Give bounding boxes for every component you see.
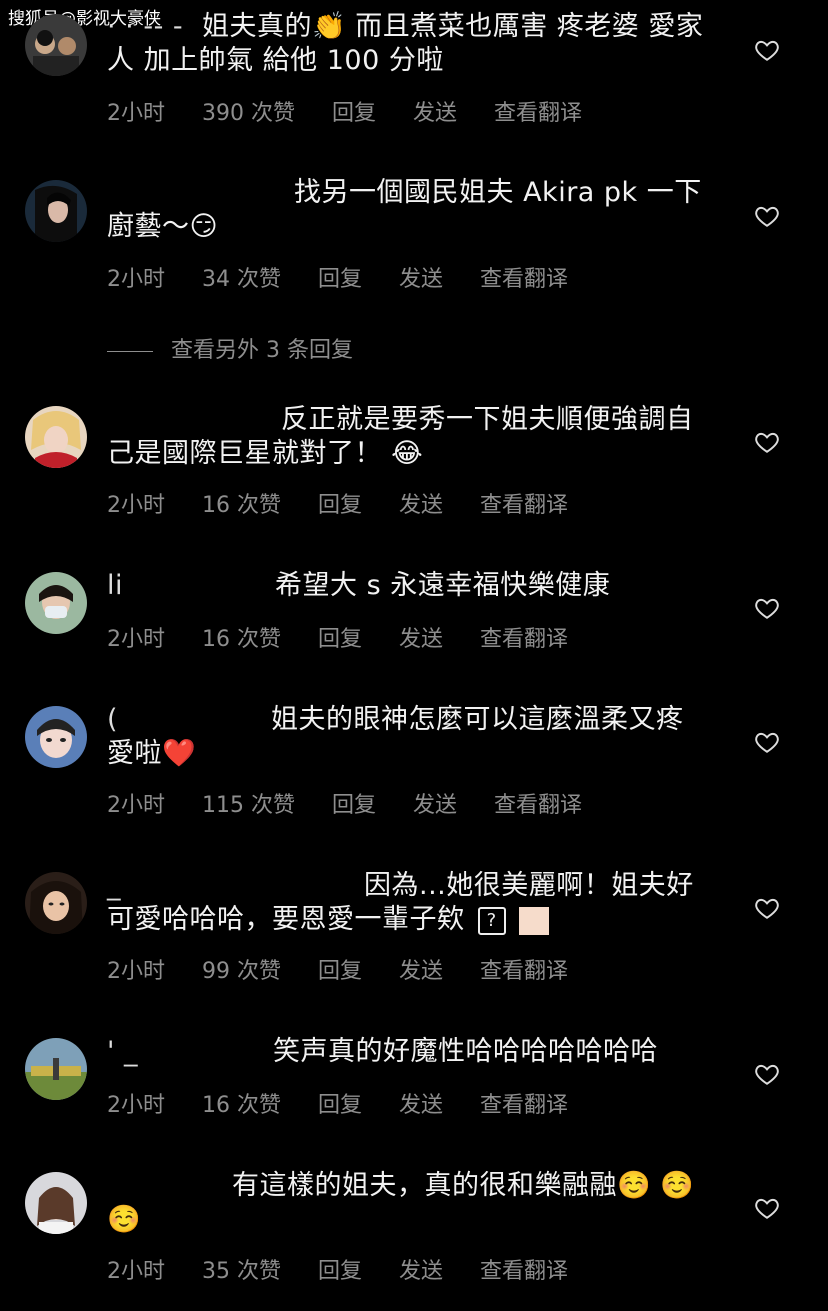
translate-button[interactable]: 查看翻译 — [480, 1259, 568, 1284]
send-button[interactable]: 发送 — [413, 793, 457, 818]
username[interactable]: ( — [107, 703, 271, 737]
like-count[interactable]: 115 次赞 — [202, 793, 295, 818]
translate-button[interactable]: 查看翻译 — [480, 267, 568, 292]
reply-button[interactable]: 回复 — [318, 1259, 362, 1284]
avatar[interactable] — [25, 1172, 87, 1234]
send-button[interactable]: 发送 — [399, 1259, 443, 1284]
comment-text: 反正就是要秀一下姐夫順便強調自己是國際巨星就對了！ 😂 — [107, 404, 694, 469]
translate-button[interactable]: 查看翻译 — [494, 793, 582, 818]
like-count[interactable]: 35 次赞 — [202, 1259, 281, 1284]
send-button[interactable]: 发送 — [399, 959, 443, 984]
comment-text: ' _ 笑声真的好魔性哈哈哈哈哈哈哈 — [107, 1035, 658, 1069]
comment-meta: 2小时 99 次赞 回复 发送 查看翻译 — [107, 953, 598, 985]
translate-button[interactable]: 查看翻译 — [480, 627, 568, 652]
comment-time: 2小时 — [107, 1259, 165, 1284]
avatar[interactable] — [25, 872, 87, 934]
like-count[interactable]: 34 次赞 — [202, 267, 281, 292]
more-replies-label[interactable]: 查看另外 3 条回复 — [171, 338, 353, 363]
heart-icon[interactable] — [754, 203, 780, 229]
send-button[interactable]: 发送 — [399, 1093, 443, 1118]
send-button[interactable]: 发送 — [399, 627, 443, 652]
reply-button[interactable]: 回复 — [318, 1093, 362, 1118]
like-count[interactable]: 390 次赞 — [202, 101, 295, 126]
translate-button[interactable]: 查看翻译 — [480, 959, 568, 984]
username[interactable]: li — [107, 569, 275, 603]
translate-button[interactable]: 查看翻译 — [480, 493, 568, 518]
comment-text: 有這樣的姐夫，真的很和樂融融☺️ ☺️ ☺️ — [107, 1170, 695, 1235]
comment-meta: 2小时 16 次赞 回复 发送 查看翻译 — [107, 621, 598, 653]
send-button[interactable]: 发送 — [399, 267, 443, 292]
comment-meta: 2小时 16 次赞 回复 发送 查看翻译 — [107, 1087, 598, 1119]
comment-meta: 2小时 34 次赞 回复 发送 查看翻译 — [107, 261, 598, 293]
avatar[interactable] — [25, 1038, 87, 1100]
comment-time: 2小时 — [107, 267, 165, 292]
heart-icon[interactable] — [754, 37, 780, 63]
like-count[interactable]: 99 次赞 — [202, 959, 281, 984]
comment-text: li 希望大 s 永遠幸福快樂健康 — [107, 569, 611, 603]
avatar[interactable] — [25, 706, 87, 768]
avatar[interactable] — [25, 406, 87, 468]
heart-icon[interactable] — [754, 895, 780, 921]
comment-meta: 2小时 35 次赞 回复 发送 查看翻译 — [107, 1253, 598, 1285]
reply-button[interactable]: 回复 — [318, 267, 362, 292]
username[interactable]: · · -- - — [107, 10, 202, 44]
comment-time: 2小时 — [107, 793, 165, 818]
heart-icon[interactable] — [754, 1061, 780, 1087]
comment-time: 2小时 — [107, 627, 165, 652]
reply-button[interactable]: 回复 — [318, 959, 362, 984]
comment-meta: 2小时 16 次赞 回复 发送 查看翻译 — [107, 487, 598, 519]
avatar[interactable] — [25, 180, 87, 242]
view-more-replies[interactable]: 查看另外 3 条回复 — [107, 332, 353, 364]
username[interactable]: ' _ — [107, 1035, 273, 1069]
heart-icon[interactable] — [754, 1195, 780, 1221]
reply-button[interactable]: 回复 — [318, 493, 362, 518]
comment-time: 2小时 — [107, 959, 165, 984]
reply-button[interactable]: 回复 — [332, 793, 376, 818]
skin-tone-swatch-icon — [518, 906, 549, 935]
heart-icon[interactable] — [754, 729, 780, 755]
like-count[interactable]: 16 次赞 — [202, 627, 281, 652]
comment-meta: 2小时 390 次赞 回复 发送 查看翻译 — [107, 95, 612, 127]
reply-button[interactable]: 回复 — [332, 101, 376, 126]
comment-text: _ 因為...她很美麗啊！姐夫好可愛哈哈哈，要恩愛一輩子欸 ? — [107, 869, 694, 935]
avatar[interactable] — [25, 572, 87, 634]
heart-icon[interactable] — [754, 595, 780, 621]
like-count[interactable]: 16 次赞 — [202, 1093, 281, 1118]
send-button[interactable]: 发送 — [413, 101, 457, 126]
avatar[interactable] — [25, 14, 87, 76]
send-button[interactable]: 发送 — [399, 493, 443, 518]
divider — [107, 350, 153, 352]
heart-icon[interactable] — [754, 429, 780, 455]
comment-time: 2小时 — [107, 101, 165, 126]
reply-button[interactable]: 回复 — [318, 627, 362, 652]
translate-button[interactable]: 查看翻译 — [480, 1093, 568, 1118]
comment-text: · · -- - 姐夫真的👏 而且煮菜也厲害 疼老婆 愛家人 加上帥氣 給他 10… — [107, 10, 704, 76]
like-count[interactable]: 16 次赞 — [202, 493, 281, 518]
translate-button[interactable]: 查看翻译 — [494, 101, 582, 126]
comment-meta: 2小时 115 次赞 回复 发送 查看翻译 — [107, 787, 612, 819]
comment-time: 2小时 — [107, 1093, 165, 1118]
comment-text: (姐夫的眼神怎麼可以這麼溫柔又疼愛啦❤️ — [107, 703, 684, 769]
unknown-glyph-icon: ? — [477, 906, 506, 935]
username[interactable]: _ — [107, 869, 364, 903]
comment-text: 找另一個國民姐夫 Akira pk 一下 廚藝～😏 — [107, 177, 702, 242]
comment-time: 2小时 — [107, 493, 165, 518]
